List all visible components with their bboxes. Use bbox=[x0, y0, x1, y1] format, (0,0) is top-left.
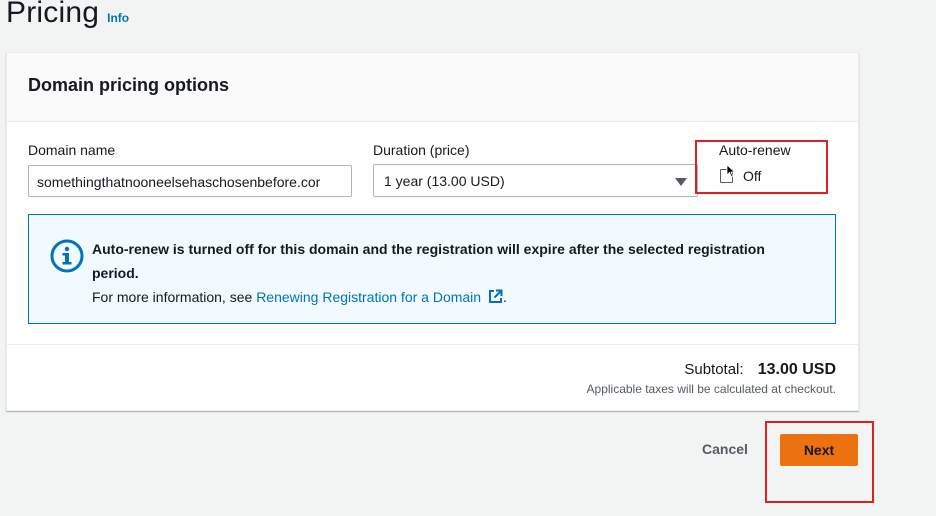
external-link-icon bbox=[488, 289, 503, 303]
duration-label: Duration (price) bbox=[373, 142, 470, 158]
cancel-button[interactable]: Cancel bbox=[702, 441, 748, 457]
alert-info-line: For more information, see Renewing Regis… bbox=[92, 285, 815, 309]
summary-divider bbox=[6, 344, 859, 345]
alert-info-prefix: For more information, see bbox=[92, 289, 253, 305]
tax-note: Applicable taxes will be calculated at c… bbox=[586, 382, 836, 396]
info-link[interactable]: Info bbox=[107, 11, 129, 25]
page-title: Pricing bbox=[6, 0, 100, 29]
duration-select[interactable]: 1 year (13.00 USD) bbox=[373, 164, 698, 197]
panel-header: Domain pricing options bbox=[7, 53, 858, 122]
domain-name-field[interactable]: somethingthatnooneelsehaschosenbefore.co… bbox=[28, 165, 352, 197]
page-header: Pricing Info bbox=[6, 0, 129, 30]
domain-name-label: Domain name bbox=[28, 142, 116, 158]
highlight-box-next bbox=[765, 421, 874, 503]
info-circle-icon bbox=[50, 239, 84, 273]
chevron-down-icon bbox=[675, 178, 687, 186]
alert-message: Auto-renew is turned off for this domain… bbox=[92, 237, 815, 309]
alert-suffix: . bbox=[502, 289, 507, 305]
panel-title: Domain pricing options bbox=[28, 75, 229, 95]
renewing-registration-link-text: Renewing Registration for a Domain bbox=[256, 289, 482, 305]
subtotal: Subtotal: 13.00 USD bbox=[684, 361, 836, 379]
renewing-registration-link[interactable]: Renewing Registration for a Domain bbox=[256, 289, 503, 305]
subtotal-label: Subtotal: bbox=[684, 361, 744, 378]
highlight-box-auto-renew bbox=[695, 140, 828, 194]
auto-renew-alert: Auto-renew is turned off for this domain… bbox=[28, 214, 836, 324]
alert-bold-text: Auto-renew is turned off for this domain… bbox=[92, 241, 765, 281]
duration-select-value: 1 year (13.00 USD) bbox=[384, 173, 505, 189]
subtotal-value: 13.00 USD bbox=[757, 361, 836, 378]
